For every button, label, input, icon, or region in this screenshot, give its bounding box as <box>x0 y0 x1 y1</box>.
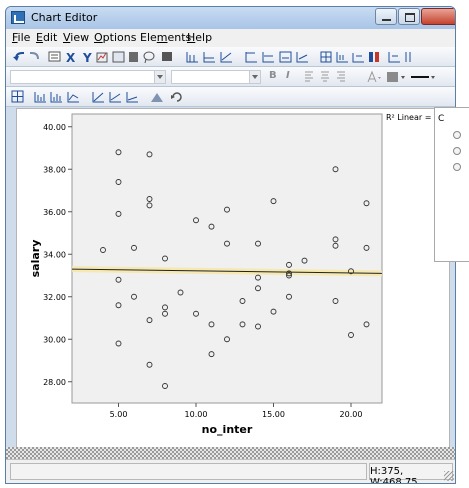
align-left-icon[interactable] <box>305 71 313 82</box>
y-tick-label: 36.00 <box>43 208 66 217</box>
radio-option-3[interactable] <box>453 163 461 171</box>
menu-bar: File Edit View Options Elements Help <box>6 29 455 47</box>
x-axis-label[interactable]: no_inter <box>202 423 253 436</box>
explode-icon[interactable] <box>388 52 400 63</box>
properties-icon[interactable] <box>48 51 61 62</box>
align-right-icon[interactable] <box>337 71 345 82</box>
title-bar[interactable]: Chart Editor <box>6 7 455 29</box>
menu-edit[interactable]: Edit <box>36 31 57 44</box>
chart-type-icon[interactable] <box>96 52 108 63</box>
reference-line-icon[interactable] <box>126 92 138 103</box>
x-tick-label: 15.00 <box>262 410 285 419</box>
mountain-icon[interactable] <box>151 93 163 102</box>
bold-button[interactable]: B <box>269 70 277 81</box>
line-chart-icon[interactable] <box>203 52 215 63</box>
chart-canvas[interactable]: 28.00 30.00 32.00 34.00 36.00 38.00 40.00 5.00… <box>16 108 455 451</box>
menu-help[interactable]: Help <box>187 31 212 44</box>
elements-toolbar-icons <box>11 90 182 103</box>
y-tick-label: 40.00 <box>43 123 66 132</box>
status-panel-right: H:375, W:468.75 points <box>369 463 453 483</box>
transpose-icon[interactable] <box>352 53 364 63</box>
reference-line-x-icon[interactable] <box>245 52 257 63</box>
reference-line-y-icon[interactable] <box>262 52 274 63</box>
chart-editor-window: Chart Editor File Edit View Options Elements… <box>5 6 456 484</box>
select-chart-icon[interactable] <box>112 51 125 63</box>
fit-line-at-total-icon[interactable] <box>92 92 104 103</box>
x-axis[interactable]: 5.00 10.00 15.00 20.00 <box>110 403 363 419</box>
redo-icon[interactable] <box>30 52 39 60</box>
x-tick-label: 20.00 <box>340 410 363 419</box>
maximize-button[interactable] <box>398 8 420 25</box>
fit-line-subgroups-icon[interactable] <box>109 92 121 103</box>
data-label-icon[interactable] <box>162 52 172 61</box>
distribute-icon[interactable] <box>369 52 379 62</box>
italic-button[interactable]: I <box>286 70 290 81</box>
resize-grip-icon[interactable] <box>444 471 454 481</box>
y-tick-label: 38.00 <box>43 165 66 174</box>
line-style-icon[interactable] <box>411 76 435 79</box>
show-legend-icon[interactable] <box>336 52 348 63</box>
x-tick-label: 10.00 <box>185 410 208 419</box>
align-center-icon[interactable] <box>321 71 329 82</box>
radio-option-2[interactable] <box>453 147 461 155</box>
minimize-button[interactable] <box>375 8 397 25</box>
x-tick-label: 5.00 <box>110 410 128 419</box>
interpolation-line-icon[interactable] <box>67 92 79 103</box>
menu-file[interactable]: File <box>12 31 30 44</box>
y-tick-label: 34.00 <box>43 250 66 259</box>
x-axis-bars-icon[interactable] <box>34 92 46 103</box>
status-panel-left <box>10 463 367 480</box>
menu-options[interactable]: Options <box>94 31 136 44</box>
y-tick-label: 32.00 <box>43 293 66 302</box>
x-axis-select-icon[interactable]: X <box>66 51 76 65</box>
more-icon[interactable] <box>405 52 411 62</box>
radio-option-1[interactable] <box>453 131 461 139</box>
svg-text:Y: Y <box>82 51 92 65</box>
close-button[interactable] <box>421 8 455 25</box>
y-axis-select-icon[interactable]: Y <box>82 51 92 65</box>
fit-total-icon[interactable] <box>279 51 292 63</box>
menu-view[interactable]: View <box>63 31 89 44</box>
text-color-icon[interactable] <box>367 70 381 83</box>
format-toolbar-icons <box>305 70 435 83</box>
undo-icon[interactable] <box>13 52 24 61</box>
y-tick-label: 28.00 <box>43 378 66 387</box>
show-grid-icon[interactable] <box>320 51 332 63</box>
refresh-icon[interactable] <box>171 92 182 102</box>
bar-chart-icon[interactable] <box>186 52 198 63</box>
area-chart-icon[interactable] <box>220 52 232 63</box>
svg-text:X: X <box>66 51 76 65</box>
menu-elements[interactable]: Elements <box>140 31 191 44</box>
chart-editor-app-icon <box>11 11 25 24</box>
fill-color-icon[interactable] <box>387 72 405 82</box>
fit-subgroup-icon[interactable] <box>296 52 308 63</box>
lasso-icon[interactable] <box>143 51 155 64</box>
edit-toolbar: X Y <box>6 47 455 67</box>
plot-area[interactable] <box>71 113 383 404</box>
format-toolbar: B I <box>6 67 455 87</box>
fill-icon[interactable] <box>129 52 138 62</box>
status-bar: H:375, W:468.75 points <box>6 459 455 483</box>
y-axis[interactable]: 28.00 30.00 32.00 34.00 36.00 38.00 40.00 <box>43 123 72 387</box>
window-title: Chart Editor <box>31 11 98 24</box>
edit-toolbar-icons: X Y <box>13 51 411 65</box>
chart-dimensions-status: H:375, W:468.75 points <box>370 466 418 484</box>
chart-canvas-border <box>6 447 455 459</box>
scatterplot: 28.00 30.00 32.00 34.00 36.00 38.00 40.00 5.00… <box>29 113 455 436</box>
chevron-down-icon[interactable] <box>249 71 260 83</box>
side-panel-header: C <box>438 114 445 124</box>
chevron-down-icon[interactable] <box>154 71 165 83</box>
grid-lines-icon[interactable] <box>11 90 24 103</box>
font-dropdown[interactable] <box>171 70 261 84</box>
style-dropdown[interactable] <box>10 70 166 84</box>
y-axis-bars-icon[interactable] <box>50 92 62 103</box>
y-tick-label: 30.00 <box>43 335 66 344</box>
properties-side-panel: C <box>434 107 469 262</box>
elements-toolbar <box>6 87 455 107</box>
y-axis-label[interactable]: salary <box>29 240 42 278</box>
